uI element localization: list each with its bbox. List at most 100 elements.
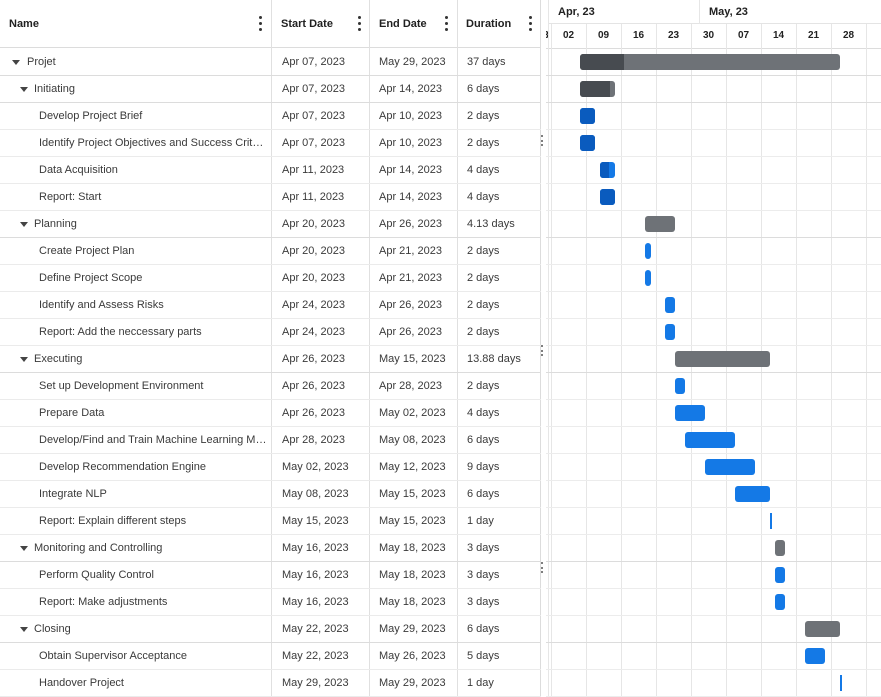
- task-duration-cell: 4.13 days: [467, 218, 515, 230]
- progress-fill: [600, 162, 609, 178]
- task-group-row[interactable]: Projet Apr 07, 2023 May 29, 2023 37 days: [0, 49, 541, 76]
- gantt-row-line: [546, 102, 881, 103]
- task-start-cell: Apr 07, 2023: [282, 56, 345, 68]
- summary-bar[interactable]: [805, 621, 840, 637]
- column-menu-icon[interactable]: [358, 16, 361, 31]
- summary-bar[interactable]: [645, 216, 675, 232]
- task-bar[interactable]: [735, 486, 770, 502]
- task-row[interactable]: Report: Make adjustments May 16, 2023 May …: [0, 589, 541, 616]
- task-row[interactable]: Handover Project May 29, 2023 May 29, 2023…: [0, 670, 541, 697]
- task-row[interactable]: Data Acquisition Apr 11, 2023 Apr 14, 2023…: [0, 157, 541, 184]
- splitter-handle[interactable]: [541, 345, 544, 356]
- column-menu-icon[interactable]: [445, 16, 448, 31]
- gantt-row-line: [546, 129, 881, 130]
- task-group-row[interactable]: Planning Apr 20, 2023 Apr 26, 2023 4.13 day…: [0, 211, 541, 238]
- progress-fill: [580, 81, 610, 97]
- task-bar[interactable]: [665, 297, 675, 313]
- task-name-cell: Identify Project Objectives and Success …: [39, 137, 268, 149]
- task-row[interactable]: Report: Explain different steps May 15, 2…: [0, 508, 541, 535]
- column-header-end[interactable]: End Date: [370, 0, 457, 48]
- task-row[interactable]: Develop/Find and Train Machine Learning …: [0, 427, 541, 454]
- task-duration-cell: 13.88 days: [467, 353, 521, 365]
- task-bar[interactable]: [705, 459, 755, 475]
- task-bar[interactable]: [665, 324, 675, 340]
- gantt-row-line: [546, 480, 881, 481]
- task-duration-cell: 6 days: [467, 623, 500, 635]
- task-row[interactable]: Integrate NLP May 08, 2023 May 15, 2023 6 d…: [0, 481, 541, 508]
- task-name-cell: Develop/Find and Train Machine Learning …: [39, 434, 268, 446]
- task-bar[interactable]: [580, 135, 595, 151]
- task-group-row[interactable]: Monitoring and Controlling May 16, 2023 Ma…: [0, 535, 541, 562]
- column-header-start-label: Start Date: [281, 18, 333, 30]
- task-row[interactable]: Obtain Supervisor Acceptance May 22, 2023…: [0, 643, 541, 670]
- task-name-cell: Projet: [27, 56, 56, 68]
- task-group-row[interactable]: Initiating Apr 07, 2023 Apr 14, 2023 6 days: [0, 76, 541, 103]
- task-bar[interactable]: [675, 405, 705, 421]
- splitter-handle[interactable]: [541, 562, 544, 573]
- task-end-cell: Apr 14, 2023: [379, 191, 442, 203]
- gantt-row-line: [546, 534, 881, 535]
- column-header-start[interactable]: Start Date: [272, 0, 370, 48]
- task-start-cell: Apr 28, 2023: [282, 434, 345, 446]
- task-row[interactable]: Perform Quality Control May 16, 2023 May 1…: [0, 562, 541, 589]
- summary-bar[interactable]: [580, 54, 840, 70]
- task-end-cell: Apr 10, 2023: [379, 110, 442, 122]
- column-menu-icon[interactable]: [529, 16, 532, 31]
- task-name-cell: Executing: [34, 353, 83, 365]
- task-end-cell: Apr 26, 2023: [379, 326, 442, 338]
- gantt-gridline: [621, 24, 622, 697]
- summary-bar[interactable]: [580, 81, 615, 97]
- task-bar[interactable]: [600, 162, 615, 178]
- task-bar[interactable]: [675, 378, 685, 394]
- task-bar[interactable]: [580, 108, 595, 124]
- milestone-marker[interactable]: [840, 675, 842, 691]
- task-bar[interactable]: [645, 243, 651, 259]
- task-duration-cell: 6 days: [467, 488, 500, 500]
- task-row[interactable]: Develop Recommendation Engine May 02, 202…: [0, 454, 541, 481]
- task-row[interactable]: Create Project Plan Apr 20, 2023 Apr 21, 2…: [0, 238, 541, 265]
- column-header-end-label: End Date: [379, 18, 427, 30]
- gantt-row-line: [546, 75, 881, 76]
- gantt-row-line: [546, 291, 881, 292]
- task-row[interactable]: Report: Start Apr 11, 2023 Apr 14, 2023 4 d…: [0, 184, 541, 211]
- gantt-row-line: [546, 345, 881, 346]
- task-name-cell: Define Project Scope: [39, 272, 143, 284]
- task-row[interactable]: Develop Project Brief Apr 07, 2023 Apr 10,…: [0, 103, 541, 130]
- task-end-cell: May 29, 2023: [379, 56, 446, 68]
- task-row[interactable]: Define Project Scope Apr 20, 2023 Apr 21, …: [0, 265, 541, 292]
- task-group-row[interactable]: Closing May 22, 2023 May 29, 2023 6 days: [0, 616, 541, 643]
- task-row[interactable]: Identify Project Objectives and Success …: [0, 130, 541, 157]
- splitter-handle[interactable]: [541, 135, 544, 146]
- task-group-row[interactable]: Executing Apr 26, 2023 May 15, 2023 13.88 d…: [0, 346, 541, 373]
- task-grid: Name Start Date End Date Duration Projet…: [0, 0, 541, 697]
- task-bar[interactable]: [775, 594, 785, 610]
- task-row[interactable]: Prepare Data Apr 26, 2023 May 02, 2023 4 da…: [0, 400, 541, 427]
- task-end-cell: May 12, 2023: [379, 461, 446, 473]
- task-row[interactable]: Report: Add the neccessary parts Apr 24, …: [0, 319, 541, 346]
- column-header-duration[interactable]: Duration: [457, 0, 541, 48]
- timeline-week-label: 23: [667, 30, 680, 41]
- gantt-row-line: [546, 669, 881, 670]
- task-duration-cell: 1 day: [467, 677, 494, 689]
- task-bar[interactable]: [645, 270, 651, 286]
- column-header-name[interactable]: Name: [0, 0, 271, 48]
- task-bar[interactable]: [805, 648, 825, 664]
- summary-bar[interactable]: [775, 540, 785, 556]
- task-start-cell: Apr 07, 2023: [282, 137, 345, 149]
- task-duration-cell: 3 days: [467, 569, 500, 581]
- milestone-marker[interactable]: [770, 513, 772, 529]
- task-row[interactable]: Identify and Assess Risks Apr 24, 2023 Apr…: [0, 292, 541, 319]
- task-start-cell: Apr 11, 2023: [282, 164, 345, 176]
- task-row[interactable]: Set up Development Environment Apr 26, 20…: [0, 373, 541, 400]
- task-end-cell: May 02, 2023: [379, 407, 446, 419]
- timeline-week-label: 16: [632, 30, 645, 41]
- task-bar[interactable]: [600, 189, 615, 205]
- task-name-cell: Report: Add the neccessary parts: [39, 326, 202, 338]
- task-bar[interactable]: [685, 432, 735, 448]
- task-name-cell: Planning: [34, 218, 77, 230]
- task-start-cell: Apr 24, 2023: [282, 326, 345, 338]
- summary-bar[interactable]: [675, 351, 770, 367]
- task-duration-cell: 5 days: [467, 650, 500, 662]
- column-menu-icon[interactable]: [259, 16, 262, 31]
- task-bar[interactable]: [775, 567, 785, 583]
